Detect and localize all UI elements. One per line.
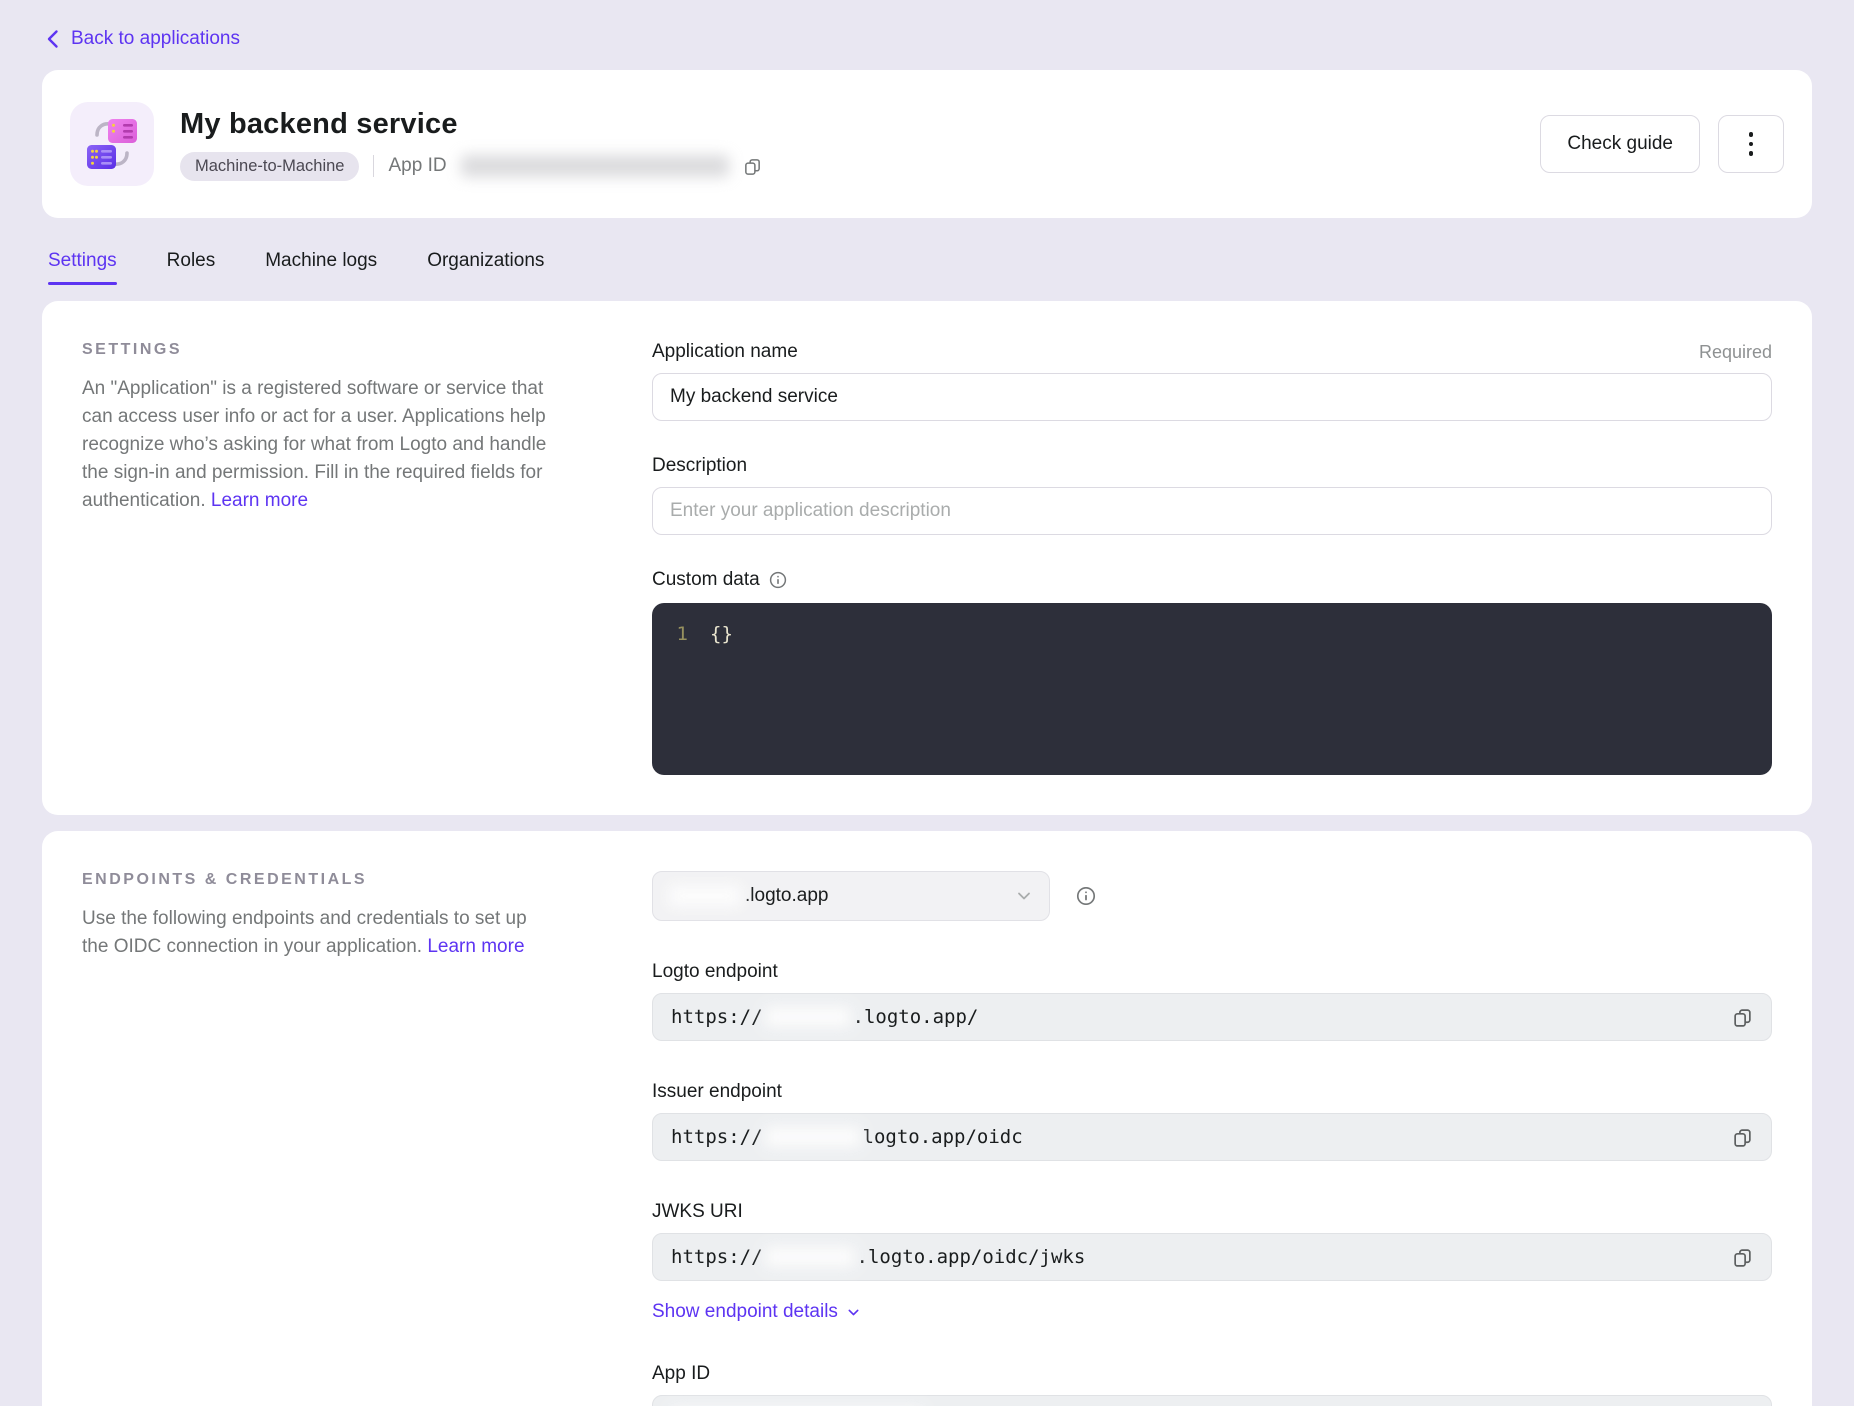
application-details-page: Back to applications	[0, 28, 1854, 1406]
copy-logto-endpoint-button[interactable]	[1732, 1007, 1753, 1028]
issuer-endpoint-label: Issuer endpoint	[652, 1081, 1772, 1103]
logto-endpoint-prefix: https://	[671, 1006, 763, 1028]
jwks-uri-value-field: https:// .logto.app/oidc/jwks	[652, 1233, 1772, 1281]
application-meta-row: Machine-to-Machine App ID	[180, 152, 1540, 181]
endpoints-section-description: Use the following endpoints and credenti…	[82, 905, 556, 961]
application-tabs: Settings Roles Machine logs Organization…	[48, 250, 1812, 285]
app-id-value-field	[652, 1395, 1772, 1406]
logto-endpoint-redacted	[765, 1007, 851, 1027]
logto-endpoint-value-field: https:// .logto.app/	[652, 993, 1772, 1041]
tab-settings[interactable]: Settings	[48, 250, 117, 285]
check-guide-button[interactable]: Check guide	[1540, 115, 1700, 173]
copy-icon	[1732, 1007, 1753, 1028]
endpoints-section-title: ENDPOINTS & CREDENTIALS	[82, 871, 556, 889]
tenant-domain-redacted-prefix	[669, 886, 741, 906]
settings-section-title: SETTINGS	[82, 341, 556, 359]
description-label: Description	[652, 455, 747, 477]
meta-divider	[373, 155, 374, 177]
jwks-uri-field-group: JWKS URI https:// .logto.app/oidc/jwks	[652, 1201, 1772, 1281]
back-to-applications-link[interactable]: Back to applications	[46, 28, 240, 50]
tenant-domain-suffix: .logto.app	[745, 885, 828, 907]
chevron-left-icon	[46, 29, 59, 49]
issuer-endpoint-field-group: Issuer endpoint https:// logto.app/oidc	[652, 1081, 1772, 1161]
logto-endpoint-suffix: .logto.app/	[853, 1006, 979, 1028]
application-name-field-group: Application name Required	[652, 341, 1772, 421]
required-hint: Required	[1699, 342, 1772, 363]
jwks-uri-label: JWKS URI	[652, 1201, 1772, 1223]
application-header-card: My backend service Machine-to-Machine Ap…	[42, 70, 1812, 218]
issuer-endpoint-redacted	[765, 1127, 861, 1147]
tenant-domain-select[interactable]: .logto.app	[652, 871, 1050, 921]
header-actions: Check guide	[1540, 115, 1784, 173]
tab-machine-logs[interactable]: Machine logs	[265, 250, 377, 285]
show-endpoint-details-link[interactable]: Show endpoint details	[652, 1301, 861, 1323]
custom-data-field-group: Custom data 1 {}	[652, 569, 1772, 775]
endpoints-learn-more-link[interactable]: Learn more	[427, 936, 524, 957]
copy-icon	[743, 157, 762, 176]
jwks-uri-suffix: .logto.app/oidc/jwks	[857, 1246, 1086, 1268]
settings-form-column: Application name Required Description Cu…	[652, 341, 1772, 775]
copy-jwks-uri-button[interactable]	[1732, 1247, 1753, 1268]
copy-app-id-button[interactable]	[743, 157, 762, 176]
kebab-menu-icon	[1749, 132, 1754, 156]
show-endpoint-details-label: Show endpoint details	[652, 1301, 838, 1323]
chevron-down-icon	[1015, 887, 1033, 905]
endpoints-form-column: .logto.app Logto en	[652, 871, 1772, 1406]
application-name-label: Application name	[652, 341, 798, 363]
machine-to-machine-app-icon	[70, 102, 154, 186]
app-id-redacted-value	[461, 155, 729, 177]
app-id-label: App ID	[388, 155, 446, 177]
settings-card: SETTINGS An "Application" is a registere…	[42, 301, 1812, 815]
logto-endpoint-field-group: Logto endpoint https:// .logto.app/	[652, 961, 1772, 1041]
chevron-down-icon	[846, 1305, 861, 1320]
custom-data-code-editor[interactable]: 1 {}	[652, 603, 1772, 775]
settings-section-description: An "Application" is a registered softwar…	[82, 375, 556, 516]
settings-description-text: An "Application" is a registered softwar…	[82, 378, 546, 511]
tab-roles[interactable]: Roles	[167, 250, 216, 285]
copy-icon	[1732, 1247, 1753, 1268]
description-input[interactable]	[652, 487, 1772, 535]
back-link-label: Back to applications	[71, 28, 240, 50]
custom-data-info-icon[interactable]	[769, 571, 787, 589]
application-name-input[interactable]	[652, 373, 1772, 421]
jwks-uri-redacted	[765, 1247, 855, 1267]
endpoints-description-column: ENDPOINTS & CREDENTIALS Use the followin…	[82, 871, 556, 1406]
tab-organizations[interactable]: Organizations	[427, 250, 544, 285]
editor-line-number: 1	[652, 623, 710, 755]
issuer-endpoint-prefix: https://	[671, 1126, 763, 1148]
application-type-badge: Machine-to-Machine	[180, 152, 359, 181]
settings-learn-more-link[interactable]: Learn more	[211, 490, 308, 511]
logto-endpoint-label: Logto endpoint	[652, 961, 1772, 983]
issuer-endpoint-suffix: logto.app/oidc	[863, 1126, 1023, 1148]
copy-icon	[1732, 1127, 1753, 1148]
issuer-endpoint-value-field: https:// logto.app/oidc	[652, 1113, 1772, 1161]
endpoints-credentials-card: ENDPOINTS & CREDENTIALS Use the followin…	[42, 831, 1812, 1406]
domain-select-row: .logto.app	[652, 871, 1772, 921]
settings-description-column: SETTINGS An "Application" is a registere…	[82, 341, 556, 775]
application-header-info: My backend service Machine-to-Machine Ap…	[180, 108, 1540, 181]
description-field-group: Description	[652, 455, 1772, 535]
copy-issuer-endpoint-button[interactable]	[1732, 1127, 1753, 1148]
domain-info-icon[interactable]	[1076, 886, 1096, 906]
app-id-field-label: App ID	[652, 1363, 1772, 1385]
jwks-uri-prefix: https://	[671, 1246, 763, 1268]
custom-data-label: Custom data	[652, 569, 760, 591]
app-id-field-group: App ID	[652, 1363, 1772, 1406]
more-actions-button[interactable]	[1718, 115, 1784, 173]
editor-content: {}	[710, 623, 733, 755]
application-title: My backend service	[180, 108, 1540, 141]
